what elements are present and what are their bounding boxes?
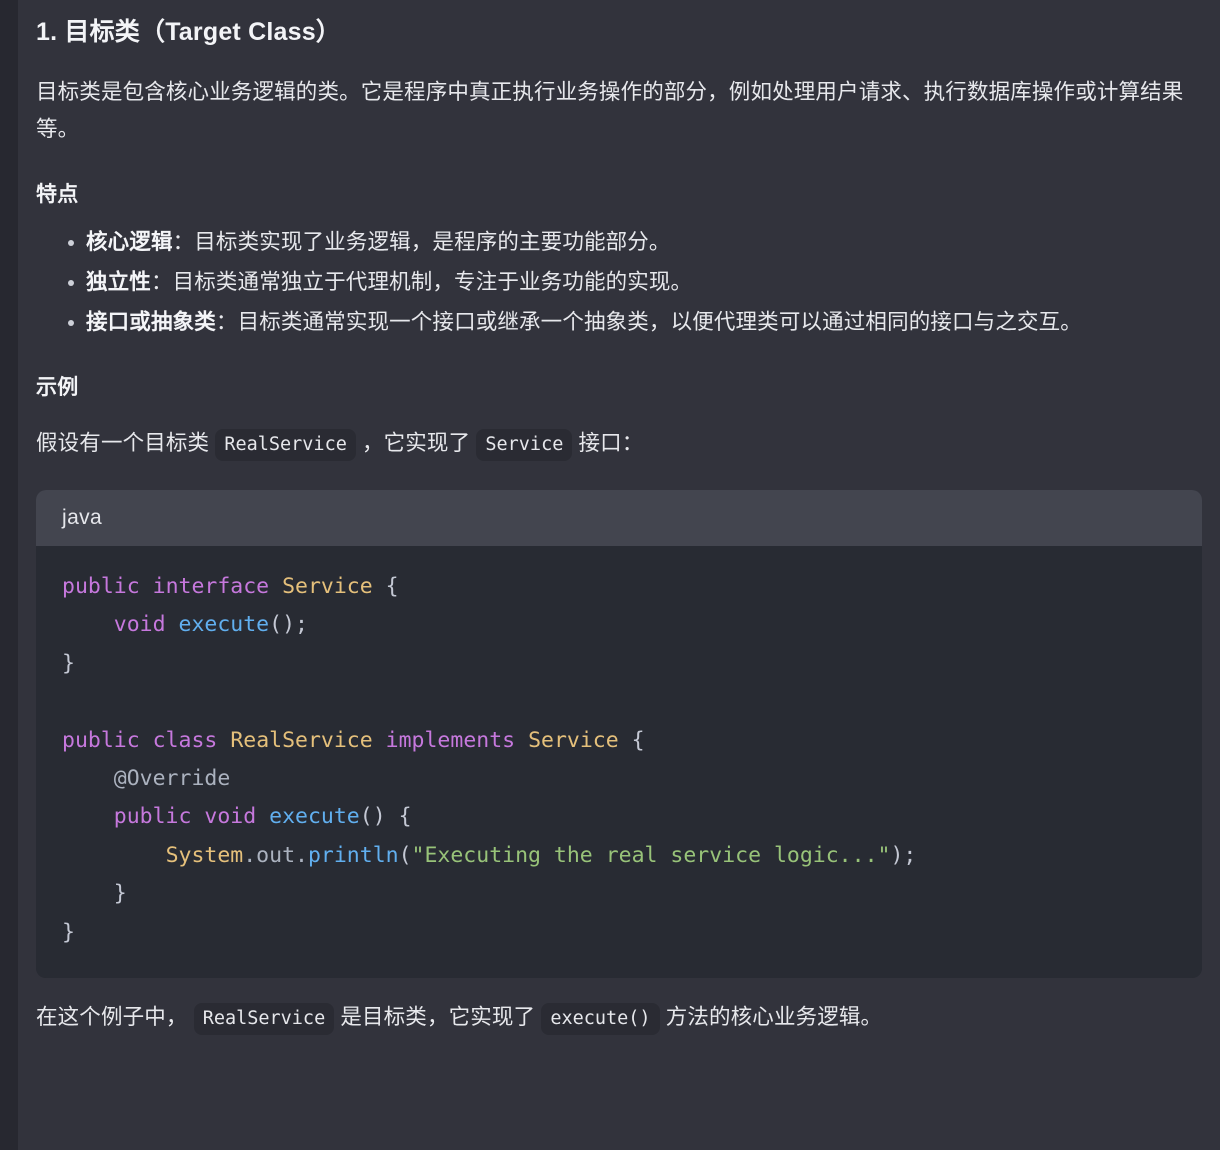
code-token: class <box>152 727 218 753</box>
code-token: } <box>62 881 127 907</box>
code-token: RealService <box>230 727 373 753</box>
list-item-term: 独立性 <box>86 269 151 294</box>
list-item-description: 目标类通常独立于代理机制，专注于业务功能的实现。 <box>172 269 693 294</box>
code-token: } <box>62 919 75 945</box>
code-token: println <box>307 842 399 868</box>
code-token: { <box>618 727 645 753</box>
code-token: .out. <box>243 842 308 868</box>
inline-code-execute: execute() <box>541 1003 660 1036</box>
code-token: public <box>62 727 140 753</box>
code-token: execute <box>178 612 270 638</box>
example-lead-text-3: 接口： <box>578 430 644 455</box>
example-lead-text-1: 假设有一个目标类 <box>36 430 210 455</box>
list-item-term: 接口或抽象类 <box>86 309 216 334</box>
inline-code-realservice-closing: RealService <box>193 1003 335 1036</box>
code-token: System <box>165 842 244 868</box>
code-token: ( <box>398 842 412 868</box>
list-item: 独立性：目标类通常独立于代理机制，专注于业务功能的实现。 <box>68 264 1202 301</box>
code-token: { <box>372 573 399 599</box>
list-item: 接口或抽象类：目标类通常实现一个接口或继承一个抽象类，以便代理类可以通过相同的接… <box>68 304 1202 341</box>
code-token: public <box>62 573 140 599</box>
code-language-label: java <box>62 505 103 529</box>
code-block: java public interface Service { void exe… <box>36 489 1202 979</box>
code-token: execute <box>269 804 360 830</box>
document-content: 1. 目标类（Target Class） 目标类是包含核心业务逻辑的类。它是程序… <box>18 0 1220 462</box>
example-lead-paragraph: 假设有一个目标类 RealService ，它实现了 Service 接口： <box>36 425 1202 462</box>
list-item-separator: ： <box>215 309 238 334</box>
list-item-separator: ： <box>150 269 173 294</box>
intro-paragraph: 目标类是包含核心业务逻辑的类。它是程序中真正执行业务操作的部分，例如处理用户请求… <box>36 79 1184 141</box>
left-edge-strip <box>0 0 18 1150</box>
page-title: 1. 目标类（Target Class） <box>36 18 342 46</box>
list-item-description: 目标类实现了业务逻辑，是程序的主要功能部分。 <box>194 229 671 254</box>
code-token: void <box>113 612 166 638</box>
document-footer-content: 在这个例子中， RealService 是目标类，它实现了 execute() … <box>18 1000 1220 1036</box>
list-item-term: 核心逻辑 <box>86 229 173 254</box>
example-heading: 示例 <box>36 375 79 399</box>
code-token: implements <box>385 727 516 753</box>
code-token: @Override <box>113 765 231 791</box>
inline-code-realservice: RealService <box>215 428 356 461</box>
list-item: 核心逻辑：目标类实现了业务逻辑，是程序的主要功能部分。 <box>68 224 1202 261</box>
code-token: "Executing the real service logic..." <box>411 842 891 868</box>
closing-text-3: 方法的核心业务逻辑。 <box>665 1005 883 1030</box>
closing-text-2: 是目标类，它实现了 <box>340 1005 536 1030</box>
code-token: void <box>204 804 257 830</box>
code-token: ); <box>890 842 917 868</box>
list-item-separator: ： <box>172 229 195 254</box>
list-item-description: 目标类通常实现一个接口或继承一个抽象类，以便代理类可以通过相同的接口与之交互。 <box>237 309 1082 334</box>
code-token: } <box>62 650 75 676</box>
code-block-header: java <box>36 489 1202 546</box>
code-token: interface <box>152 573 270 599</box>
code-token: public <box>113 804 192 830</box>
document-page: 1. 目标类（Target Class） 目标类是包含核心业务逻辑的类。它是程序… <box>18 0 1220 1150</box>
inline-code-service: Service <box>476 428 573 461</box>
code-token: () { <box>359 804 412 830</box>
code-token: (); <box>269 612 308 638</box>
code-token: Service <box>282 573 373 599</box>
closing-text-1: 在这个例子中， <box>36 1005 188 1030</box>
code-block-body[interactable]: public interface Service { void execute(… <box>36 545 1202 979</box>
closing-paragraph: 在这个例子中， RealService 是目标类，它实现了 execute() … <box>36 1000 1202 1036</box>
code-token: Service <box>528 727 619 753</box>
features-heading: 特点 <box>36 182 79 206</box>
example-lead-text-2: ，它实现了 <box>361 430 471 455</box>
feature-list: 核心逻辑：目标类实现了业务逻辑，是程序的主要功能部分。 独立性：目标类通常独立于代… <box>36 224 1202 341</box>
